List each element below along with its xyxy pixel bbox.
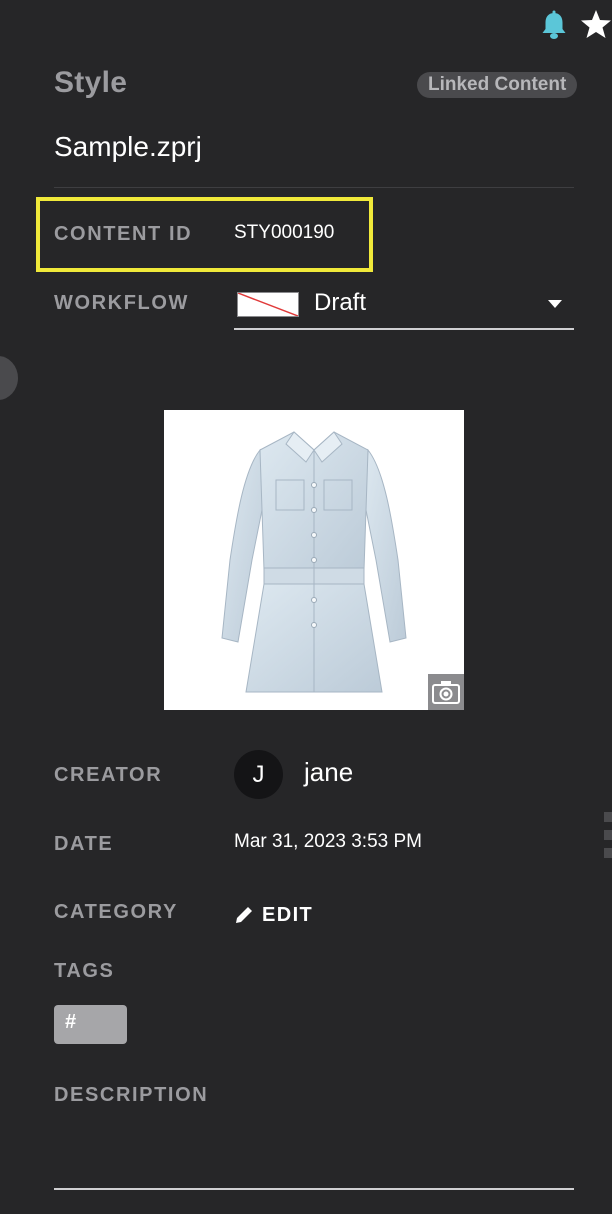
star-icon[interactable]	[580, 8, 612, 40]
panel-collapse-handle[interactable]	[0, 356, 18, 400]
date-value: Mar 31, 2023 3:53 PM	[234, 831, 422, 852]
camera-icon[interactable]	[428, 674, 464, 710]
workflow-label: WORKFLOW	[54, 292, 189, 314]
description-field[interactable]	[54, 1188, 574, 1190]
creator-name: jane	[304, 757, 354, 787]
pencil-icon	[236, 907, 252, 923]
chevron-down-icon	[548, 300, 562, 308]
tags-label: TAGS	[54, 960, 115, 982]
description-label: DESCRIPTION	[54, 1084, 209, 1106]
category-label: CATEGORY	[54, 901, 178, 923]
workflow-color-swatch	[237, 292, 299, 317]
linked-content-badge[interactable]: Linked Content	[417, 72, 578, 98]
tag-input-chip[interactable]: #	[54, 1005, 127, 1044]
edit-label: EDIT	[262, 903, 314, 926]
title-divider	[54, 187, 574, 188]
creator-label: CREATOR	[54, 764, 163, 786]
panel-title: Style	[54, 66, 128, 99]
denim-dress-image	[221, 431, 407, 693]
bell-icon[interactable]	[540, 10, 568, 40]
style-thumbnail[interactable]	[164, 410, 464, 710]
more-dots-icon[interactable]	[604, 810, 612, 860]
category-edit-button[interactable]: EDIT	[234, 903, 313, 927]
workflow-value: Draft	[314, 289, 367, 316]
file-name: Sample.zprj	[54, 131, 202, 162]
content-id-value: STY000190	[234, 222, 335, 243]
workflow-dropdown[interactable]: Draft	[234, 286, 574, 330]
content-id-label: CONTENT ID	[54, 223, 193, 245]
avatar: J	[234, 750, 283, 799]
date-label: DATE	[54, 833, 114, 855]
